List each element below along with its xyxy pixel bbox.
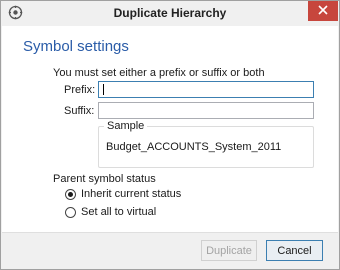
radio-set-virtual[interactable]: Set all to virtual [65, 206, 156, 218]
window-title: Duplicate Hierarchy [113, 6, 227, 20]
duplicate-button[interactable]: Duplicate [201, 240, 257, 261]
title-bar: Duplicate Hierarchy [1, 1, 339, 26]
cancel-button[interactable]: Cancel [266, 240, 323, 261]
sample-value: Budget_ACCOUNTS_System_2011 [106, 141, 282, 153]
instruction-text: You must set either a prefix or suffix o… [53, 67, 265, 79]
suffix-label: Suffix: [64, 105, 95, 117]
prefix-input[interactable] [98, 81, 314, 98]
dialog-content: Symbol settings You must set either a pr… [2, 26, 338, 232]
dialog-window: Duplicate Hierarchy Symbol settings You … [0, 0, 340, 270]
sample-group: Sample Budget_ACCOUNTS_System_2011 [98, 120, 314, 168]
suffix-input[interactable] [98, 102, 314, 119]
parent-status-label: Parent symbol status [53, 173, 156, 185]
radio-virtual-label: Set all to virtual [81, 206, 157, 218]
text-caret [103, 84, 104, 95]
button-bar: Duplicate Cancel [2, 232, 338, 269]
cancel-button-label: Cancel [277, 244, 312, 257]
page-title: Symbol settings [23, 38, 129, 55]
close-button[interactable] [308, 1, 338, 21]
radio-button-selected[interactable] [65, 188, 76, 200]
sample-label: Sample [104, 120, 148, 132]
radio-button-unselected[interactable] [65, 206, 76, 218]
prefix-label: Prefix: [64, 84, 96, 96]
radio-inherit-label: Inherit current status [81, 188, 182, 200]
duplicate-button-label: Duplicate [206, 244, 252, 257]
close-icon [318, 4, 328, 18]
radio-inherit-status[interactable]: Inherit current status [65, 188, 181, 200]
